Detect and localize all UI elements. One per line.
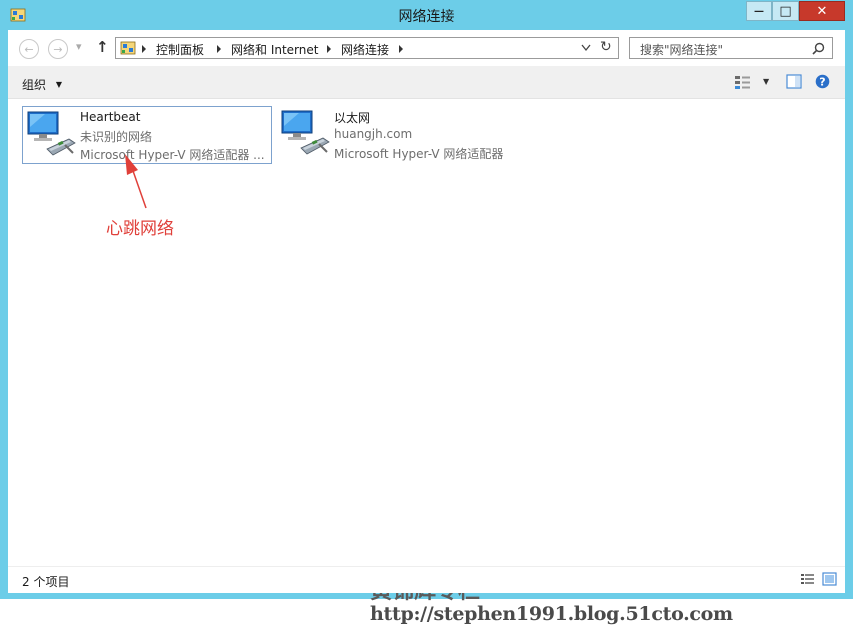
breadcrumb-separator-icon	[142, 45, 146, 53]
connection-name: Heartbeat	[80, 110, 141, 124]
close-icon: ✕	[816, 3, 828, 19]
chevron-down-icon[interactable]	[581, 44, 591, 52]
address-bar[interactable]: 控制面板 网络和 Internet 网络连接 ↻	[115, 37, 619, 59]
connection-item-ethernet[interactable]: 以太网 huangjh.com Microsoft Hyper-V 网络适配器	[277, 106, 527, 164]
preview-pane-icon[interactable]	[786, 74, 802, 89]
item-count: 2 个项目	[22, 575, 70, 589]
forward-button[interactable]: →	[48, 39, 68, 59]
breadcrumb-network-connections[interactable]: 网络连接	[341, 41, 389, 58]
control-panel-icon	[120, 41, 136, 55]
client-area: ← → ▾ ↑ 控制面板 网络和 Internet 网络连接 ↻ 搜索"网络连接…	[8, 30, 845, 625]
maximize-button[interactable]: □	[772, 1, 799, 21]
connection-name: 以太网	[334, 111, 371, 125]
breadcrumb-separator-icon	[399, 45, 403, 53]
annotation-label: 心跳网络	[106, 219, 174, 239]
view-options-chevron-icon[interactable]: ▼	[763, 77, 769, 86]
file-list: Heartbeat 未识别的网络 Microsoft Hyper-V 网络适配器…	[8, 99, 845, 625]
breadcrumb-network-internet[interactable]: 网络和 Internet	[231, 41, 318, 58]
details-view-icon[interactable]	[800, 573, 815, 586]
navigation-bar: ← → ▾ ↑ 控制面板 网络和 Internet 网络连接 ↻ 搜索"网络连接…	[8, 30, 845, 66]
connection-status: huangjh.com	[334, 127, 413, 141]
network-adapter-icon	[27, 111, 76, 156]
search-icon[interactable]	[812, 42, 825, 55]
connection-adapter: Microsoft Hyper-V 网络适配器	[334, 147, 504, 161]
large-icons-view-icon[interactable]	[822, 572, 837, 586]
network-adapter-icon	[281, 110, 330, 155]
window-title: 网络连接	[398, 9, 455, 25]
minimize-icon: —	[754, 5, 764, 17]
connection-adapter: Microsoft Hyper-V 网络适配器 ...	[80, 148, 265, 162]
watermark-url: http://stephen1991.blog.51cto.com	[370, 603, 733, 625]
forward-arrow-icon: →	[53, 42, 63, 56]
organize-label: 组织	[22, 78, 47, 92]
svg-text:?: ?	[819, 76, 825, 89]
search-box[interactable]: 搜索"网络连接"	[629, 37, 833, 59]
recent-locations-icon[interactable]: ▾	[76, 40, 82, 53]
breadcrumb-separator-icon	[327, 45, 331, 53]
back-button[interactable]: ←	[19, 39, 39, 59]
refresh-icon[interactable]: ↻	[600, 39, 612, 55]
chevron-down-icon: ▼	[55, 80, 62, 89]
breadcrumb-separator-icon	[217, 45, 221, 53]
minimize-button[interactable]: —	[746, 1, 772, 21]
back-arrow-icon: ←	[24, 42, 34, 56]
annotation-arrow	[125, 154, 147, 209]
breadcrumb-control-panel[interactable]: 控制面板	[156, 41, 204, 58]
search-placeholder: 搜索"网络连接"	[640, 43, 724, 57]
explorer-window: 网络连接 — □ ✕ ← → ▾ ↑ 控制面板 网络和 Internet 网络连…	[0, 0, 853, 625]
close-button[interactable]: ✕	[799, 1, 845, 21]
status-bar: 2 个项目	[8, 566, 845, 593]
maximize-icon: □	[779, 3, 792, 19]
change-view-icon[interactable]	[734, 75, 751, 90]
connection-status: 未识别的网络	[80, 130, 153, 144]
up-arrow-icon[interactable]: ↑	[96, 38, 109, 56]
title-bar[interactable]: 网络连接 — □ ✕	[0, 0, 853, 30]
organize-button[interactable]: 组织 ▼	[22, 76, 62, 93]
help-icon[interactable]: ?	[815, 74, 830, 89]
command-bar: 组织 ▼ ▼ ?	[8, 66, 845, 99]
